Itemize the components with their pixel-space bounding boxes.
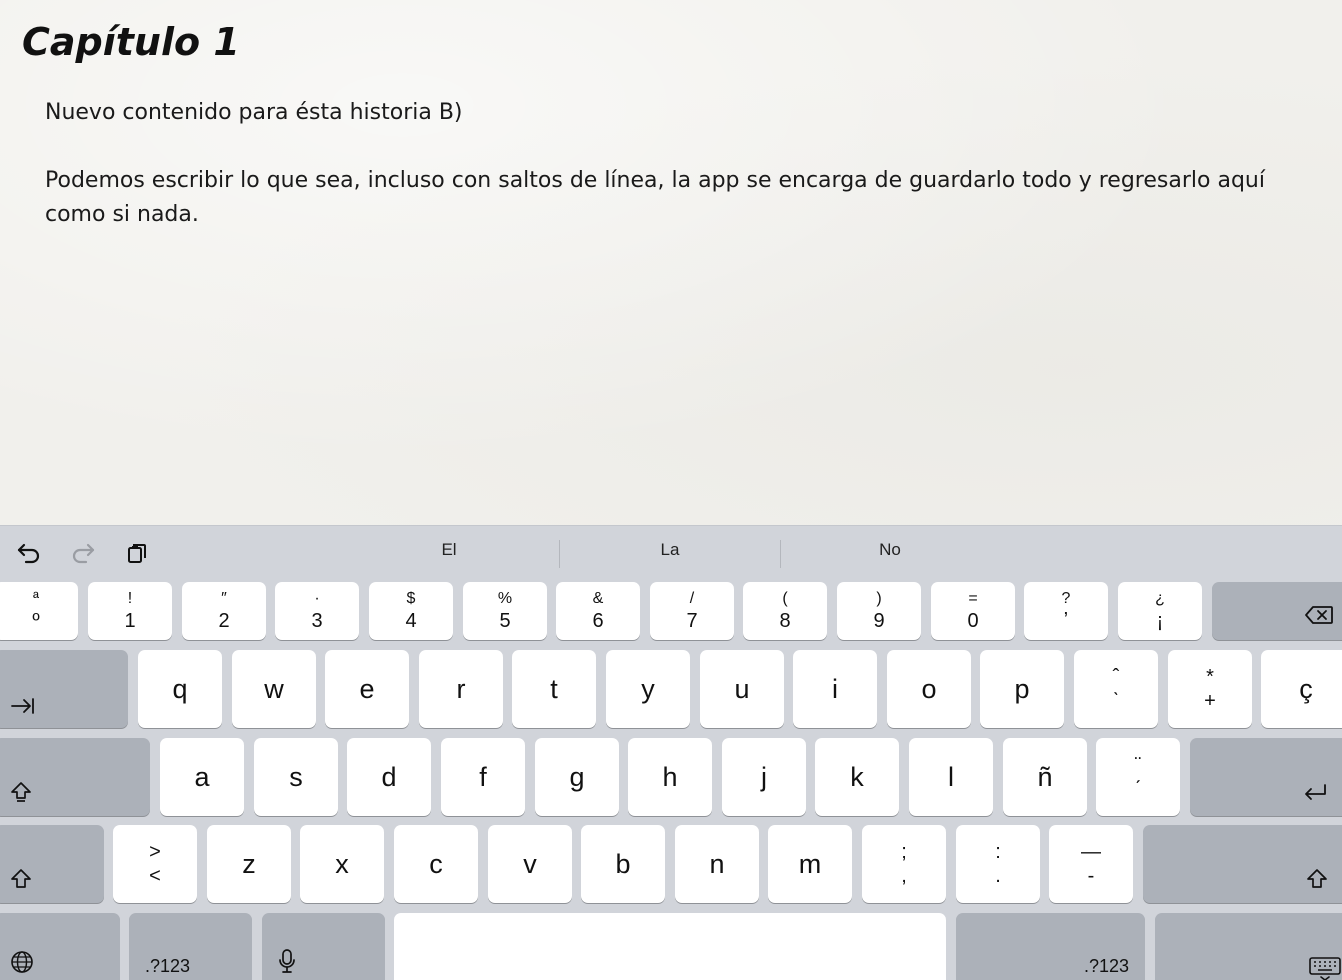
globe-key[interactable] bbox=[0, 913, 120, 980]
shift-key-left[interactable] bbox=[0, 825, 104, 903]
key-e[interactable]: e bbox=[325, 650, 409, 728]
caps-lock-key[interactable] bbox=[0, 738, 150, 816]
suggestion-la[interactable]: La bbox=[560, 540, 780, 560]
key-1[interactable]: ! 1 bbox=[88, 582, 172, 640]
key-plus[interactable]: * + bbox=[1168, 650, 1252, 728]
key-c[interactable]: c bbox=[394, 825, 478, 903]
key-r[interactable]: r bbox=[419, 650, 503, 728]
story-paragraph[interactable]: Podemos escribir lo que sea, incluso con… bbox=[45, 164, 1315, 232]
document-area[interactable]: Capítulo 1 Nuevo contenido para ésta his… bbox=[0, 0, 1342, 525]
key-v[interactable]: v bbox=[488, 825, 572, 903]
numbers-key-right[interactable]: .?123 bbox=[956, 913, 1145, 980]
key-comma[interactable]: ; , bbox=[862, 825, 946, 903]
key-x[interactable]: x bbox=[300, 825, 384, 903]
key-ordinal[interactable]: ª º bbox=[0, 582, 78, 640]
undo-icon[interactable] bbox=[14, 538, 44, 568]
onscreen-keyboard: El La No ª º ! 1 ″ 2 · 3 $ 4 % 5 & 6 / 7… bbox=[0, 525, 1342, 980]
story-paragraph[interactable]: Nuevo contenido para ésta historia B) bbox=[45, 96, 1315, 130]
key-m[interactable]: m bbox=[768, 825, 852, 903]
key-period[interactable]: : . bbox=[956, 825, 1040, 903]
key-w[interactable]: w bbox=[232, 650, 316, 728]
key-0[interactable]: = 0 bbox=[931, 582, 1015, 640]
key-n-tilde[interactable]: ñ bbox=[1003, 738, 1087, 816]
key-b[interactable]: b bbox=[581, 825, 665, 903]
chapter-title[interactable]: Capítulo 1 bbox=[22, 20, 240, 64]
key-o[interactable]: o bbox=[887, 650, 971, 728]
key-y[interactable]: y bbox=[606, 650, 690, 728]
key-q[interactable]: q bbox=[138, 650, 222, 728]
numbers-key-left[interactable]: .?123 bbox=[129, 913, 252, 980]
suggestion-no[interactable]: No bbox=[780, 540, 1000, 560]
shift-icon bbox=[10, 781, 32, 806]
key-9[interactable]: ) 9 bbox=[837, 582, 921, 640]
paste-icon[interactable] bbox=[122, 538, 152, 568]
key-d[interactable]: d bbox=[347, 738, 431, 816]
return-key[interactable] bbox=[1190, 738, 1342, 816]
key-g[interactable]: g bbox=[535, 738, 619, 816]
key-6[interactable]: & 6 bbox=[556, 582, 640, 640]
key-j[interactable]: j bbox=[722, 738, 806, 816]
shift-icon bbox=[10, 868, 32, 893]
key-p[interactable]: p bbox=[980, 650, 1064, 728]
key-5[interactable]: % 5 bbox=[463, 582, 547, 640]
key-3[interactable]: · 3 bbox=[275, 582, 359, 640]
microphone-icon bbox=[278, 948, 296, 977]
key-angle-brackets[interactable]: > < bbox=[113, 825, 197, 903]
hide-keyboard-icon bbox=[1308, 956, 1342, 980]
key-f[interactable]: f bbox=[441, 738, 525, 816]
key-k[interactable]: k bbox=[815, 738, 899, 816]
key-apostrophe[interactable]: ? ʼ bbox=[1024, 582, 1108, 640]
suggestion-el[interactable]: El bbox=[339, 540, 559, 560]
key-7[interactable]: / 7 bbox=[650, 582, 734, 640]
tab-icon bbox=[10, 697, 36, 718]
hide-keyboard-key[interactable] bbox=[1155, 913, 1342, 980]
return-icon bbox=[1302, 783, 1328, 806]
shift-key-right[interactable] bbox=[1143, 825, 1342, 903]
delete-key[interactable] bbox=[1212, 582, 1342, 640]
tab-key[interactable] bbox=[0, 650, 128, 728]
key-z[interactable]: z bbox=[207, 825, 291, 903]
key-inverted-exclamation[interactable]: ¿ ¡ bbox=[1118, 582, 1202, 640]
key-a[interactable]: a bbox=[160, 738, 244, 816]
key-hyphen[interactable]: — - bbox=[1049, 825, 1133, 903]
shortcut-bar: El La No bbox=[0, 526, 1342, 582]
redo-icon[interactable] bbox=[68, 538, 98, 568]
key-4[interactable]: $ 4 bbox=[369, 582, 453, 640]
key-l[interactable]: l bbox=[909, 738, 993, 816]
space-bar[interactable] bbox=[394, 913, 946, 980]
dictation-key[interactable] bbox=[262, 913, 385, 980]
shift-icon bbox=[1306, 868, 1328, 893]
delete-icon bbox=[1304, 605, 1334, 628]
key-t[interactable]: t bbox=[512, 650, 596, 728]
key-s[interactable]: s bbox=[254, 738, 338, 816]
key-u[interactable]: u bbox=[700, 650, 784, 728]
key-n[interactable]: n bbox=[675, 825, 759, 903]
key-c-cedilla[interactable]: ç bbox=[1261, 650, 1342, 728]
key-i[interactable]: i bbox=[793, 650, 877, 728]
key-8[interactable]: ( 8 bbox=[743, 582, 827, 640]
key-accent-grave[interactable]: ˆ ˋ bbox=[1074, 650, 1158, 728]
key-2[interactable]: ″ 2 bbox=[182, 582, 266, 640]
key-accent-acute[interactable]: ¨ ˊ bbox=[1096, 738, 1180, 816]
key-h[interactable]: h bbox=[628, 738, 712, 816]
globe-icon bbox=[10, 950, 34, 977]
story-text-editor[interactable]: Nuevo contenido para ésta historia B) Po… bbox=[45, 96, 1315, 232]
